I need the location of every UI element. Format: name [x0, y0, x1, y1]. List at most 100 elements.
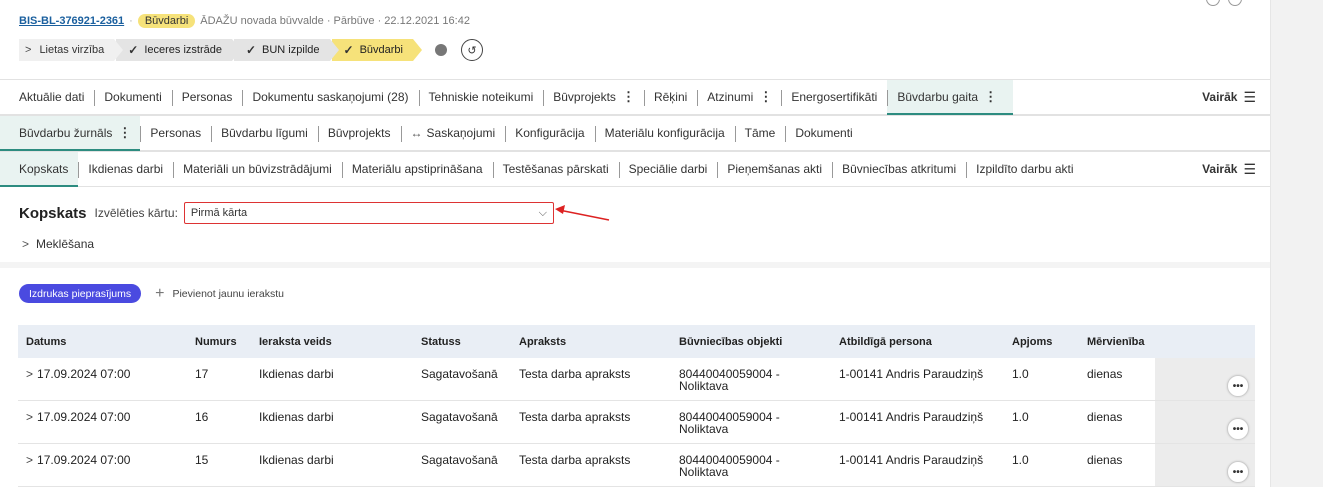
tab-buvniecibas-atkritumi[interactable]: Būvniecības atkritumi [832, 152, 966, 186]
tab-materiali[interactable]: Materiāli un būvizstrādājumi [173, 152, 342, 186]
tab-label: Dokumentu saskaņojumi (28) [252, 90, 409, 104]
journal-table: Datums Numurs Ieraksta veids Statuss Apr… [18, 325, 1255, 487]
menu-icon: ☰ [1243, 160, 1256, 177]
tab-personas[interactable]: Personas [171, 80, 243, 114]
row-actions-cell: ••• [1155, 401, 1255, 443]
kebab-menu-icon[interactable]: ⋮ [118, 125, 131, 141]
stage-select-label: Izvēlēties kārtu: [94, 206, 178, 220]
description-cell: Testa darba apraksts [519, 367, 631, 381]
more-options-icon[interactable]: ••• [1227, 418, 1249, 440]
chevron-down-icon: ⌵ [538, 206, 547, 219]
tab-izpildito-darbu-akti[interactable]: Izpildīto darbu akti [966, 152, 1083, 186]
tab-testesanas-parskati[interactable]: Testēšanas pārskati [492, 152, 619, 186]
tab-buvprojekts[interactable]: Būvprojekts ⋮ [543, 80, 644, 114]
tab-label: Aktuālie dati [19, 90, 85, 104]
tab-buvdarbu-gaita[interactable]: Būvdarbu gaita ⋮ [887, 80, 1014, 115]
table-row[interactable]: >17.09.2024 07:00 16 Ikdienas darbi Saga… [18, 401, 1255, 444]
stage-select[interactable]: Pirmā kārta ⌵ [183, 202, 554, 224]
tab-saskanojumi[interactable]: ↔ Saskaņojumi [400, 116, 506, 150]
date-cell[interactable]: >17.09.2024 07:00 [18, 444, 187, 466]
tab-tame[interactable]: Tāme [734, 116, 786, 150]
tab-dokumenti[interactable]: Dokumenti [94, 80, 171, 114]
more-options-icon[interactable]: ••• [1227, 375, 1249, 397]
tab-label: Pieņemšanas akti [727, 162, 823, 176]
object-name: Noliktava [679, 465, 729, 479]
tab-ikdienas-darbi[interactable]: Ikdienas darbi [78, 152, 173, 186]
right-scroll-area [1270, 0, 1323, 487]
step-buvdarbi[interactable]: ✓ Būvdarbi [331, 39, 422, 61]
tab-buvdarbu-ligumi[interactable]: Būvdarbu līgumi [211, 116, 318, 150]
kebab-menu-icon[interactable]: ⋮ [984, 89, 997, 105]
tab-pienemsanas-akti[interactable]: Pieņemšanas akti [717, 152, 832, 186]
step-bun-izpilde[interactable]: ✓ BUN izpilde [233, 39, 339, 61]
more-options-icon[interactable]: ••• [1227, 461, 1249, 483]
pending-step-dot-icon[interactable] [434, 44, 447, 56]
tab-specialie-darbi[interactable]: Speciālie darbi [618, 152, 718, 186]
tab-atzinumi[interactable]: Atzinumi ⋮ [697, 80, 781, 114]
actions-column-header [1155, 325, 1255, 358]
history-icon[interactable]: ↺ [460, 39, 483, 61]
check-icon: ✓ [245, 43, 257, 57]
more-label: Vairāk [1202, 90, 1238, 104]
tab-dokumenti[interactable]: Dokumenti [785, 116, 862, 150]
date-value: 17.09.2024 07:00 [37, 367, 131, 381]
column-header[interactable]: Numurs [187, 336, 251, 348]
tab-kopskats[interactable]: Kopskats [0, 152, 79, 187]
stage-badge: Būvdarbi [137, 14, 196, 28]
column-header[interactable]: Apjoms [1004, 336, 1079, 348]
tab-personas[interactable]: Personas [140, 116, 211, 150]
more-tabs-button[interactable]: Vairāk ☰ [1202, 152, 1256, 186]
column-header[interactable]: Statuss [413, 336, 511, 348]
object-name: Noliktava [679, 422, 729, 436]
tab-konfiguracija[interactable]: Konfigurācija [505, 116, 594, 150]
person-cell: 1-00141 Andris Paraudziņš [839, 453, 984, 467]
table-row[interactable]: >17.09.2024 07:00 17 Ikdienas darbi Saga… [18, 358, 1255, 401]
kebab-menu-icon[interactable]: ⋮ [622, 89, 635, 105]
kebab-menu-icon[interactable]: ⋮ [759, 89, 772, 105]
date-cell[interactable]: >17.09.2024 07:00 [18, 358, 187, 380]
chevron-right-icon[interactable]: > [26, 453, 33, 467]
number-cell: 15 [195, 453, 209, 467]
object-cell: 80440040059004 - Noliktava [671, 401, 831, 435]
tab-materialu-apstiprinasana[interactable]: Materiālu apstiprināšana [341, 152, 493, 186]
step-lietas-virziba[interactable]: > Lietas virzība [19, 39, 124, 61]
step-label: Lietas virzība [39, 44, 105, 56]
tab-materialu-konfiguracija[interactable]: Materiālu konfigurācija [594, 116, 735, 150]
more-tabs-button[interactable]: Vairāk ☰ [1202, 80, 1256, 114]
chevron-right-icon[interactable]: > [26, 410, 33, 424]
description-cell: Testa darba apraksts [519, 453, 631, 467]
date-cell[interactable]: >17.09.2024 07:00 [18, 401, 187, 423]
object-cell: 80440040059004 - Noliktava [671, 358, 831, 392]
column-header[interactable]: Datums [18, 336, 187, 348]
print-request-button[interactable]: Izdrukas pieprasījums [19, 284, 142, 303]
search-toggle[interactable]: > Meklēšana [22, 237, 94, 251]
circle-control-icon[interactable] [1206, 0, 1220, 6]
column-header[interactable]: Ieraksta veids [251, 336, 413, 348]
column-header[interactable]: Atbildīgā persona [831, 336, 1004, 348]
column-header[interactable]: Būvniecības objekti [671, 336, 831, 348]
tab-aktualie-dati[interactable]: Aktuālie dati [0, 80, 94, 114]
case-header: BIS-BL-376921-2361 · Būvdarbi ĀDAŽU nova… [19, 14, 470, 28]
case-id-link[interactable]: BIS-BL-376921-2361 [19, 15, 124, 27]
column-header[interactable]: Apraksts [511, 336, 671, 348]
progress-steps: > Lietas virzība ✓ Ieceres izstrāde ✓ BU… [19, 37, 483, 63]
tab-rekini[interactable]: Rēķini [643, 80, 697, 114]
case-details: ĀDAŽU novada būvvalde · Pārbūve · 22.12.… [200, 15, 470, 27]
tab-tehniskie-noteikumi[interactable]: Tehniskie noteikumi [418, 80, 544, 114]
tab-dokumentu-saskanojumi[interactable]: Dokumentu saskaņojumi (28) [242, 80, 418, 114]
add-entry-button[interactable]: + Pievienot jaunu ierakstu [155, 285, 284, 303]
section-divider [0, 262, 1270, 268]
tab-energosertifikati[interactable]: Energosertifikāti [781, 80, 887, 114]
add-entry-label: Pievienot jaunu ierakstu [172, 287, 284, 300]
quantity-cell: 1.0 [1012, 410, 1029, 424]
tab-label: Testēšanas pārskati [502, 162, 609, 176]
circle-control-icon[interactable] [1228, 0, 1242, 6]
row-actions-cell: ••• [1155, 444, 1255, 486]
tab-buvprojekts[interactable]: Būvprojekts [317, 116, 401, 150]
step-ieceres-izstrade[interactable]: ✓ Ieceres izstrāde [116, 39, 241, 61]
chevron-right-icon[interactable]: > [26, 367, 33, 381]
table-row[interactable]: >17.09.2024 07:00 15 Ikdienas darbi Saga… [18, 444, 1255, 487]
column-header[interactable]: Mērvienība [1079, 336, 1155, 348]
tab-buvdarbu-zurnals[interactable]: Būvdarbu žurnāls ⋮ [0, 116, 141, 151]
top-controls [1206, 0, 1242, 6]
